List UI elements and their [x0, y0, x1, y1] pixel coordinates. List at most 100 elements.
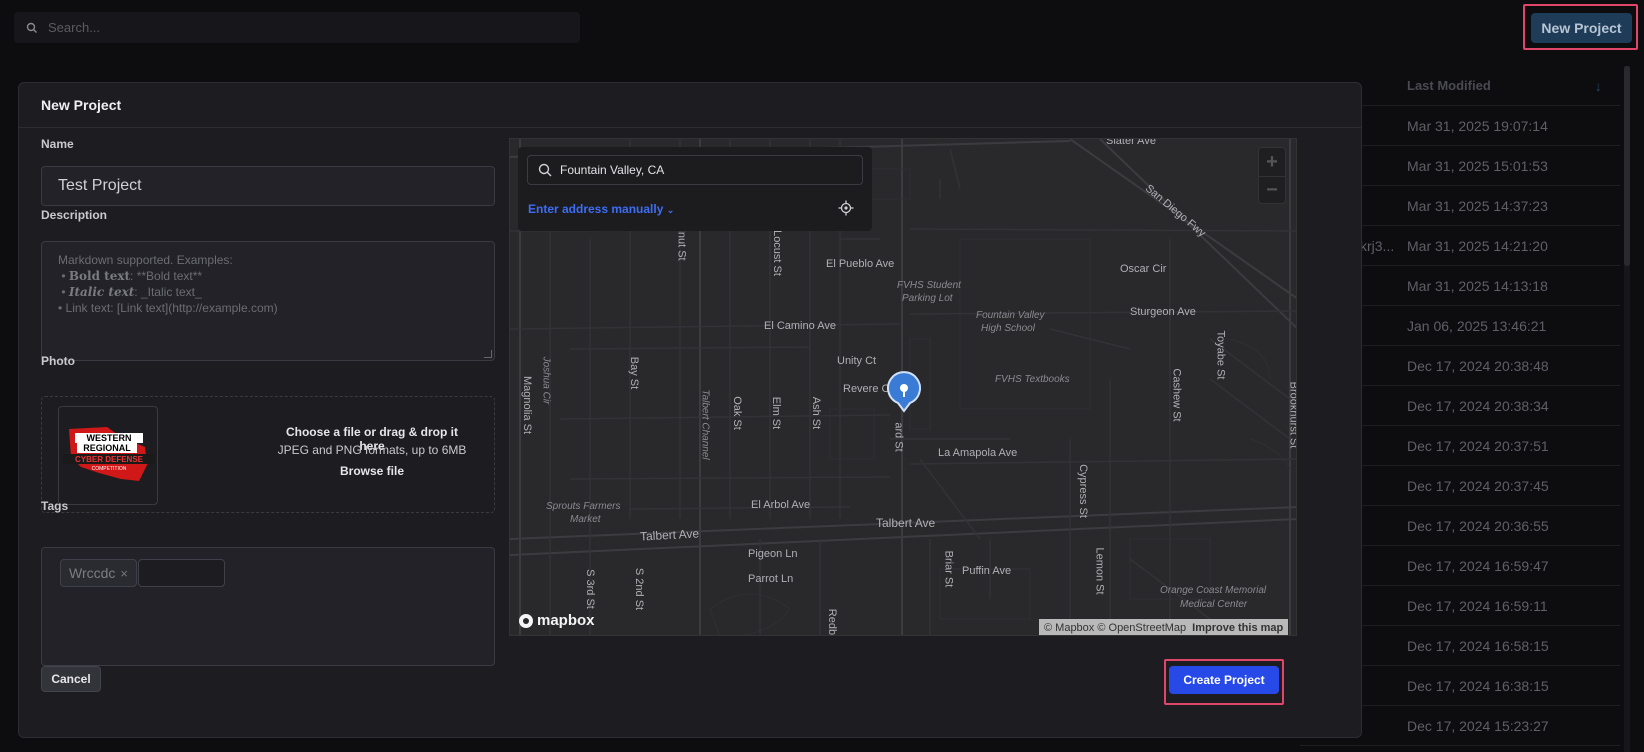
map-label: El Pueblo Ave [826, 258, 895, 270]
address-search-value: Fountain Valley, CA [560, 163, 665, 177]
new-project-highlight: New Project [1523, 4, 1638, 50]
tag-chip: Wrccdc × [60, 559, 138, 587]
zoom-in-button[interactable]: + [1259, 148, 1285, 176]
enter-address-manually-label: Enter address manually [528, 202, 664, 216]
dropzone-formats: JPEG and PNG formats, up to 6MB [277, 443, 467, 457]
enter-address-manually-link[interactable]: Enter address manually ⌄ [528, 202, 674, 216]
map-label: High School [981, 323, 1035, 334]
last-modified-header[interactable]: Last Modified [1407, 78, 1491, 93]
map-label: Lemon St [1093, 547, 1106, 595]
map-label: Pigeon Ln [748, 548, 798, 560]
name-field[interactable] [41, 166, 495, 206]
description-placeholder-italic: • Italic text: _Italic text_ [58, 285, 202, 299]
svg-text:COMPETITION: COMPETITION [92, 466, 127, 472]
map-label: El Arbol Ave [751, 499, 811, 511]
map-zoom-controls: + − [1258, 147, 1286, 204]
map-label: Cypress St [1076, 464, 1089, 518]
search-bar[interactable] [14, 12, 580, 43]
map-label: Talbert Channel [699, 389, 711, 460]
locate-me-icon[interactable] [838, 200, 854, 216]
description-placeholder-line: Markdown supported. Examples: [58, 253, 233, 267]
svg-text:CYBER DEFENSE: CYBER DEFENSE [75, 455, 144, 464]
map-label: Slater Ave [1106, 138, 1156, 147]
dialog-title: New Project [41, 97, 122, 113]
last-modified-cell: Dec 17, 2024 20:36:55 [1407, 517, 1549, 534]
top-bar: New Project [0, 0, 1644, 60]
tag-label: Wrccdc [69, 565, 116, 581]
last-modified-cell: Dec 17, 2024 16:59:11 [1407, 597, 1548, 614]
map-label: Joshua Cir [540, 356, 552, 405]
map-label: Sturgeon Ave [1130, 306, 1196, 318]
improve-map-link[interactable]: Improve this map [1192, 622, 1283, 634]
search-icon [26, 22, 37, 33]
cancel-button[interactable]: Cancel [41, 666, 101, 692]
create-project-highlight: Create Project [1164, 659, 1284, 705]
map-label: Oscar Cir [1120, 263, 1167, 275]
map-label: Bay St [628, 356, 641, 390]
mapbox-logo-text: mapbox [537, 612, 595, 629]
map-label: FVHS Textbooks [995, 374, 1070, 385]
last-modified-cell: Dec 17, 2024 20:38:34 [1407, 397, 1549, 414]
resize-handle[interactable] [484, 350, 492, 358]
map-label: Briar St [942, 550, 955, 588]
last-modified-cell: Jan 06, 2025 13:46:21 [1407, 317, 1547, 334]
create-project-button[interactable]: Create Project [1169, 666, 1279, 694]
map-label: Parrot Ln [748, 573, 794, 585]
last-modified-cell: Dec 17, 2024 16:58:15 [1407, 637, 1549, 654]
mapbox-logo[interactable]: mapbox [518, 612, 595, 629]
scrollbar-thumb[interactable] [1624, 66, 1630, 266]
last-modified-cell: Mar 31, 2025 14:21:20 [1407, 237, 1548, 254]
attribution-text[interactable]: © Mapbox © OpenStreetMap [1044, 622, 1186, 634]
last-modified-cell: Mar 31, 2025 15:01:53 [1407, 157, 1548, 174]
map-label: Cashew St [1170, 368, 1183, 422]
photo-dropzone[interactable]: WESTERN REGIONAL CYBER DEFENSE COMPETITI… [41, 396, 495, 513]
last-modified-cell: Dec 17, 2024 16:59:47 [1407, 557, 1549, 574]
last-modified-cell: Dec 17, 2024 15:23:27 [1407, 717, 1549, 734]
map-label: Brookhurst St [1287, 381, 1297, 449]
map-label: Talbert Ave [876, 516, 936, 530]
location-map[interactable]: Slater Ave San Diego Fwy El Pueblo Ave F… [509, 138, 1297, 636]
last-modified-cell: Dec 17, 2024 20:37:45 [1407, 477, 1549, 494]
search-input[interactable] [48, 20, 548, 35]
last-modified-cell: Dec 17, 2024 20:38:48 [1407, 357, 1549, 374]
map-label: La Amapola Ave [938, 447, 1018, 459]
map-label: S 3rd St [583, 569, 596, 609]
location-pin-icon[interactable] [886, 371, 922, 413]
map-label: Ash St [810, 396, 823, 430]
map-label: S 2nd St [633, 567, 646, 611]
description-label: Description [41, 208, 108, 222]
project-name-fragment: krj3... [1360, 237, 1395, 254]
map-label: Toyabe St [1214, 330, 1227, 380]
map-label: ard St [892, 422, 905, 452]
sort-arrow-down-icon[interactable]: ↓ [1595, 78, 1602, 94]
map-label: Market [570, 514, 601, 525]
zoom-out-button[interactable]: − [1259, 176, 1285, 204]
new-project-button[interactable]: New Project [1531, 13, 1632, 43]
map-label: Orange Coast Memorial [1160, 585, 1267, 596]
map-label: Unity Ct [837, 355, 877, 367]
last-modified-cell: Dec 17, 2024 20:37:51 [1407, 437, 1549, 454]
last-modified-cell: Mar 31, 2025 19:07:14 [1407, 117, 1548, 134]
map-label: lnut St [675, 229, 688, 261]
remove-tag-icon[interactable]: × [120, 566, 128, 581]
map-label: Elm St [770, 396, 783, 430]
search-icon [538, 163, 552, 177]
dialog-header: New Project [19, 83, 1361, 128]
photo-label: Photo [41, 354, 75, 368]
address-search-input[interactable]: Fountain Valley, CA [527, 155, 863, 185]
map-label: Sprouts Farmers [546, 501, 621, 512]
tag-input[interactable] [138, 559, 225, 587]
name-label: Name [41, 137, 74, 151]
map-label: Puffin Ave [962, 565, 1012, 577]
svg-text:WESTERN: WESTERN [87, 433, 132, 443]
description-field[interactable]: Markdown supported. Examples: • Bold tex… [41, 241, 495, 361]
last-modified-cell: Mar 31, 2025 14:13:18 [1407, 277, 1548, 294]
map-label: Fountain Valley [976, 310, 1045, 321]
description-placeholder-link: • Link text: [Link text](http://example.… [58, 301, 278, 315]
new-project-dialog: New Project Name Description Markdown su… [18, 82, 1362, 738]
map-search-panel: Fountain Valley, CA Enter address manual… [518, 147, 872, 231]
map-label: FVHS Student [897, 280, 961, 291]
tags-field[interactable]: Wrccdc × [41, 547, 495, 666]
browse-file-button[interactable]: Browse file [272, 464, 472, 478]
map-label: Medical Center [1180, 599, 1248, 610]
